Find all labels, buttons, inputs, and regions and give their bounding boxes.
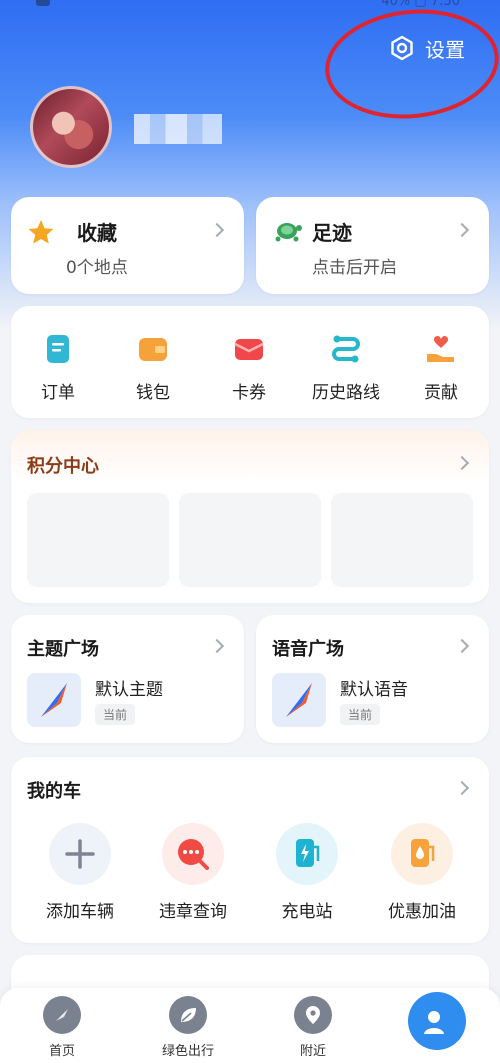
voice-square-title: 语音广场 — [272, 639, 344, 660]
my-car-title: 我的车 — [27, 781, 81, 802]
star-icon — [28, 220, 54, 244]
charging-station-icon — [276, 823, 338, 885]
coupon-icon — [234, 339, 264, 360]
status-indicator-icon — [36, 0, 50, 6]
tab-label: 附近 — [299, 1044, 326, 1059]
current-badge: 当前 — [340, 704, 381, 725]
car-item-label: 充电站 — [281, 902, 333, 922]
chevron-right-icon — [454, 222, 470, 238]
car-item-label: 优惠加油 — [388, 902, 456, 922]
wallet-icon — [139, 338, 167, 361]
navigation-arrow-icon — [41, 683, 67, 717]
quick-item-route-history[interactable]: 历史路线 — [301, 332, 391, 403]
theme-square-card[interactable]: 主题广场 默认主题 当前 — [11, 615, 244, 743]
chevron-right-icon — [454, 638, 470, 654]
current-badge: 当前 — [95, 704, 136, 725]
quick-item-contribution[interactable]: 贡献 — [396, 332, 486, 403]
points-slot[interactable] — [27, 493, 169, 587]
chevron-right-icon — [209, 638, 225, 654]
voice-name: 默认语音 — [340, 680, 408, 700]
quick-actions-card: 订单 钱包 卡券 历史路线 贡献 — [11, 306, 489, 418]
contribution-icon — [427, 335, 454, 362]
theme-name: 默认主题 — [95, 680, 163, 700]
favorites-card[interactable]: 收藏 0个地点 — [11, 197, 244, 294]
quick-item-label: 历史路线 — [312, 383, 380, 403]
bottom-tab-bar: 首页 绿色出行 附近 — [0, 988, 500, 1063]
tab-label: 首页 — [48, 1044, 75, 1059]
points-slot[interactable] — [331, 493, 473, 587]
favorites-subtitle: 0个地点 — [66, 258, 128, 278]
fuel-discount-button[interactable]: 优惠加油 — [367, 823, 477, 922]
turtle-icon — [275, 223, 302, 242]
footprints-card[interactable]: 足迹 点击后开启 — [256, 197, 489, 294]
avatar[interactable] — [30, 86, 112, 168]
tab-profile[interactable] — [408, 992, 466, 1050]
navigation-arrow-icon — [286, 683, 312, 717]
add-vehicle-button[interactable]: 添加车辆 — [25, 823, 135, 922]
favorites-title: 收藏 — [77, 221, 117, 245]
violation-query-icon — [162, 823, 224, 885]
settings-icon — [391, 35, 413, 61]
compass-icon — [43, 996, 81, 1034]
quick-item-label: 卡券 — [232, 383, 266, 403]
quick-item-label: 订单 — [41, 383, 75, 403]
tab-home[interactable]: 首页 — [17, 996, 107, 1059]
chevron-right-icon — [454, 455, 470, 471]
footprints-subtitle: 点击后开启 — [312, 258, 397, 278]
car-item-label: 违章查询 — [159, 902, 227, 922]
quick-item-wallet[interactable]: 钱包 — [108, 332, 198, 403]
car-item-label: 添加车辆 — [46, 902, 114, 922]
profile-icon — [424, 1011, 444, 1034]
voice-thumbnail — [272, 673, 326, 727]
points-center-card[interactable]: 积分中心 — [11, 430, 489, 603]
my-car-card: 我的车 添加车辆 违章查询 充电站 优惠加油 — [11, 757, 489, 943]
tab-nearby[interactable]: 附近 — [268, 996, 358, 1059]
order-icon — [47, 335, 69, 363]
leaf-icon — [169, 996, 207, 1034]
points-center-title: 积分中心 — [27, 456, 99, 477]
settings-button[interactable]: 设置 — [389, 34, 465, 62]
theme-thumbnail — [27, 673, 81, 727]
quick-item-label: 钱包 — [136, 383, 170, 403]
tab-green-travel[interactable]: 绿色出行 — [143, 996, 233, 1059]
theme-square-title: 主题广场 — [27, 639, 99, 660]
location-pin-icon — [294, 996, 332, 1034]
plus-icon — [49, 823, 111, 885]
points-slot[interactable] — [179, 493, 321, 587]
voice-square-card[interactable]: 语音广场 默认语音 当前 — [256, 615, 489, 743]
violation-query-button[interactable]: 违章查询 — [138, 823, 248, 922]
status-text: 40% ▢ 7:50 — [381, 0, 460, 9]
quick-item-order[interactable]: 订单 — [13, 332, 103, 403]
charging-station-button[interactable]: 充电站 — [252, 823, 362, 922]
settings-label: 设置 — [425, 37, 465, 62]
tab-label: 绿色出行 — [161, 1044, 214, 1059]
chevron-right-icon[interactable] — [454, 780, 470, 796]
quick-item-label: 贡献 — [424, 383, 458, 403]
fuel-icon — [391, 823, 453, 885]
quick-item-coupon[interactable]: 卡券 — [204, 332, 294, 403]
footprints-title: 足迹 — [312, 221, 352, 245]
username-blurred[interactable] — [134, 114, 222, 144]
chevron-right-icon — [209, 222, 225, 238]
route-history-icon — [332, 335, 360, 363]
